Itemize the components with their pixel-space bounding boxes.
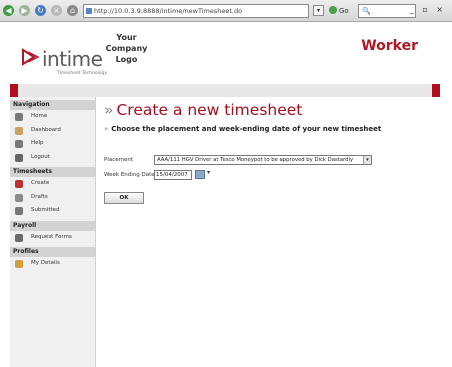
back-icon[interactable]: ◀: [3, 5, 14, 16]
sidebar-item-logout[interactable]: Logout: [10, 151, 95, 165]
create-icon: [15, 180, 23, 188]
url-bar[interactable]: http://10.0.3.9:8888/intime/newTimesheet…: [83, 4, 309, 18]
help-icon: [15, 140, 23, 148]
calendar-dropdown-icon[interactable]: ▾: [207, 169, 210, 176]
sidebar-item-help[interactable]: Help: [10, 137, 95, 151]
sidebar-item-drafts[interactable]: Drafts: [10, 191, 95, 205]
intime-logo-icon: [22, 48, 40, 66]
placement-select[interactable]: AAA/111 HGV Driver at Tesco Moneypot to …: [154, 155, 372, 165]
window-controls[interactable]: _ ▫ ×: [410, 5, 446, 14]
go-icon: [329, 6, 337, 14]
sidebar-item-label: Request Forms: [31, 233, 72, 240]
sidebar: Navigation Home Dashboard Help Logout Timeshe…: [10, 97, 96, 367]
go-button[interactable]: Go: [329, 4, 349, 18]
sidebar-item-label: My Details: [31, 260, 60, 266]
header-divider-bar: [10, 84, 440, 97]
browser-toolbar: ◀ ▶ ↻ × ⌂ http://10.0.3.9:8888/intime/ne…: [0, 0, 452, 22]
submitted-icon: [15, 207, 23, 215]
brand-name: intime: [42, 47, 103, 71]
sidebar-section-timesheets: Timesheets: [10, 167, 95, 177]
sidebar-item-label: Logout: [31, 153, 50, 160]
reload-icon[interactable]: ↻: [35, 5, 46, 16]
url-dropdown-button[interactable]: ▾: [313, 5, 324, 16]
placement-label: Placement: [104, 157, 134, 163]
main-content: » Create a new timesheet » Choose the plac…: [96, 97, 442, 367]
ok-button[interactable]: OK: [104, 192, 144, 204]
logout-icon: [15, 153, 23, 162]
company-logo: Your Company Logo: [105, 33, 148, 64]
sidebar-item-label: Drafts: [31, 193, 48, 200]
week-ending-label: Week Ending Date: [104, 172, 155, 178]
home-icon: [15, 113, 23, 121]
sidebar-item-label: Help: [31, 140, 44, 146]
pound-icon: [15, 233, 23, 242]
sidebar-item-label: Home: [31, 113, 48, 119]
sidebar-item-my-details[interactable]: My Details: [10, 257, 95, 271]
sidebar-item-label: Dashboard: [31, 126, 61, 133]
sidebar-item-label: Create: [31, 180, 50, 186]
brand-tagline: Timesheet Technology: [57, 71, 108, 76]
url-text: http://10.0.3.9:8888/intime/newTimesheet…: [94, 7, 243, 15]
drafts-icon: [15, 193, 23, 202]
search-input[interactable]: 🔍: [358, 4, 416, 18]
sidebar-item-label: Submitted: [31, 207, 60, 213]
page-title: » Create a new timesheet: [104, 101, 303, 119]
page-subtitle: » Choose the placement and week-ending da…: [104, 125, 382, 133]
chevron-right-icon: »: [104, 101, 114, 119]
forward-icon[interactable]: ▶: [19, 5, 30, 16]
sidebar-section-navigation: Navigation: [10, 100, 95, 110]
sidebar-section-profiles: Profiles: [10, 247, 95, 257]
user-role: Worker: [361, 38, 418, 54]
sidebar-item-home[interactable]: Home: [10, 110, 95, 124]
details-icon: [15, 260, 23, 268]
calendar-icon[interactable]: [195, 170, 205, 179]
site-header: intime Timesheet Technology Your Company…: [0, 22, 452, 84]
sidebar-section-payroll: Payroll: [10, 220, 95, 231]
sidebar-item-create[interactable]: Create: [10, 177, 95, 191]
sidebar-item-request-forms[interactable]: Request Forms: [10, 231, 95, 245]
chevron-down-icon[interactable]: ▾: [363, 156, 371, 164]
stop-icon[interactable]: ×: [51, 5, 62, 16]
chevron-right-icon: »: [104, 125, 109, 133]
home-icon[interactable]: ⌂: [67, 5, 78, 16]
dashboard-icon: [15, 126, 23, 135]
week-ending-date-input[interactable]: 15/04/2007: [154, 170, 192, 180]
sidebar-item-dashboard[interactable]: Dashboard: [10, 124, 95, 138]
favicon-icon: [86, 8, 92, 14]
sidebar-item-submitted[interactable]: Submitted: [10, 204, 95, 218]
